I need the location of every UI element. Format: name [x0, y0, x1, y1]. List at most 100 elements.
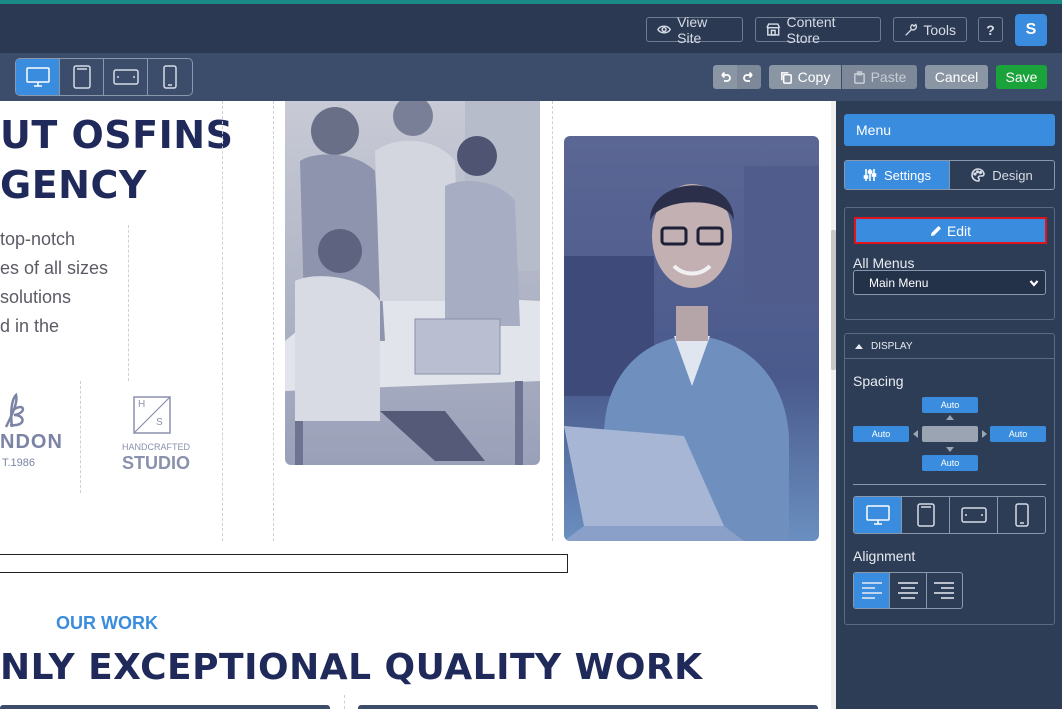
cancel-button[interactable]: Cancel [925, 65, 988, 89]
client-logo-brandon: NDON T.1986 [0, 391, 63, 481]
view-site-label: View Site [677, 13, 708, 46]
column-divider [344, 695, 345, 709]
section-eyebrow: OUR WORK [56, 613, 158, 633]
undo-button[interactable] [713, 65, 737, 89]
sliders-icon [863, 169, 877, 181]
tab-design[interactable]: Design [949, 161, 1054, 189]
editor-toolbar: Copy Paste Cancel Save [0, 53, 1062, 101]
spacing-left-input[interactable]: Auto [853, 426, 909, 442]
spacing-element-preview [922, 426, 978, 442]
caret-up-icon [855, 344, 863, 349]
help-label: ? [986, 21, 995, 38]
panel-tabs: Settings Design [844, 160, 1055, 190]
redo-button[interactable] [737, 65, 761, 89]
section-title: NLY EXCEPTIONAL QUALITY WORK [0, 647, 703, 688]
desktop-icon [25, 67, 50, 87]
display-device-tablet[interactable] [902, 497, 950, 533]
hero-body-line-1: top-notch [0, 229, 76, 249]
chevron-down-icon [1029, 280, 1039, 287]
copy-icon [780, 71, 792, 84]
spacing-right-input[interactable]: Auto [990, 426, 1046, 442]
display-device-switcher [853, 496, 1046, 534]
palette-icon [971, 168, 986, 182]
menu-select-value: Main Menu [869, 275, 929, 290]
tablet-landscape-icon [960, 507, 987, 523]
align-right-icon [934, 581, 955, 599]
tab-settings[interactable]: Settings [845, 161, 949, 189]
paste-icon [853, 70, 865, 84]
display-device-desktop[interactable] [854, 497, 902, 533]
page-canvas[interactable]: UT OSFINS GENCY top-notch es of all size… [0, 101, 831, 709]
man-with-laptop-photo[interactable] [564, 136, 819, 541]
device-tablet-landscape-button[interactable] [104, 59, 148, 95]
pencil-icon [930, 225, 941, 236]
save-button[interactable]: Save [996, 65, 1047, 89]
copy-label: Copy [797, 69, 831, 85]
man-with-laptop-image [564, 136, 819, 541]
logo-2-text-2: STUDIO [122, 453, 191, 473]
column-divider [552, 101, 553, 541]
spacing-top-arrow [946, 415, 954, 420]
align-left-button[interactable] [854, 573, 891, 608]
tab-settings-label: Settings [884, 167, 931, 183]
logo-divider [80, 381, 81, 493]
align-center-button[interactable] [890, 573, 927, 608]
eye-icon [657, 25, 672, 34]
tablet-landscape-icon [112, 69, 139, 85]
edit-label: Edit [946, 222, 972, 239]
hero-body-line-3: solutions [0, 287, 72, 307]
team-meeting-photo[interactable] [285, 101, 540, 465]
alignment-switcher [853, 572, 963, 609]
properties-panel: Menu Settings Design Edit All Menus Main… [836, 101, 1062, 709]
wrench-icon [905, 23, 917, 36]
redo-icon [743, 71, 753, 82]
mobile-icon [1014, 503, 1029, 527]
device-switcher [15, 58, 193, 96]
display-device-tablet-landscape[interactable] [950, 497, 998, 533]
panel-title: Menu [844, 114, 1055, 146]
display-card: DISPLAY Spacing Auto Auto Auto Auto Alig… [844, 333, 1055, 625]
logo-1-text: NDON [0, 431, 63, 453]
logo-2-text-1: HANDCRAFTED [122, 442, 191, 452]
tools-label: Tools [923, 21, 956, 38]
divider [853, 484, 1046, 485]
client-logo-handcrafted-studio: H S HANDCRAFTED STUDIO [118, 395, 191, 480]
tab-design-label: Design [992, 167, 1033, 183]
selected-element-outline[interactable] [0, 554, 568, 573]
align-center-icon [897, 581, 918, 599]
logo-1-sub: T.1986 [2, 457, 36, 469]
paste-button[interactable]: Paste [842, 65, 917, 89]
copy-button[interactable]: Copy [769, 65, 841, 89]
content-store-label: Content Store [786, 13, 836, 46]
align-right-button[interactable] [927, 573, 962, 608]
content-store-button[interactable]: Content Store [755, 14, 881, 46]
hero-body-line-4: d in the [0, 316, 60, 336]
menu-settings-card: Edit All Menus Main Menu [844, 207, 1055, 320]
device-mobile-button[interactable] [148, 59, 192, 95]
help-button[interactable]: ? [978, 17, 1003, 42]
tools-button[interactable]: Tools [893, 17, 967, 42]
view-site-button[interactable]: View Site [646, 14, 743, 46]
column-divider [273, 101, 274, 541]
spacing-top-input[interactable]: Auto [922, 397, 978, 413]
menu-select[interactable]: Main Menu [853, 270, 1046, 295]
logo-2-mid-letter: S [156, 417, 163, 428]
all-menus-label: All Menus [853, 255, 915, 271]
spacing-right-arrow [982, 430, 987, 438]
hero-headline-line-1: UT OSFINS [0, 113, 234, 157]
logo-2-top-letter: H [138, 399, 146, 410]
display-section-header[interactable]: DISPLAY [845, 334, 1054, 359]
alignment-label: Alignment [853, 548, 916, 564]
hero-body-line-2: es of all sizes [0, 258, 109, 278]
avatar[interactable]: S [1015, 14, 1047, 46]
top-bar: View Site Content Store Tools ? S [0, 0, 1062, 53]
work-card-top [0, 705, 330, 709]
edit-menu-button[interactable]: Edit [854, 217, 1047, 244]
display-device-mobile[interactable] [998, 497, 1045, 533]
spacing-bottom-input[interactable]: Auto [922, 455, 978, 471]
desktop-icon [865, 505, 890, 525]
column-divider [222, 101, 223, 541]
device-desktop-button[interactable] [16, 59, 60, 95]
store-icon [766, 23, 781, 36]
device-tablet-button[interactable] [60, 59, 104, 95]
